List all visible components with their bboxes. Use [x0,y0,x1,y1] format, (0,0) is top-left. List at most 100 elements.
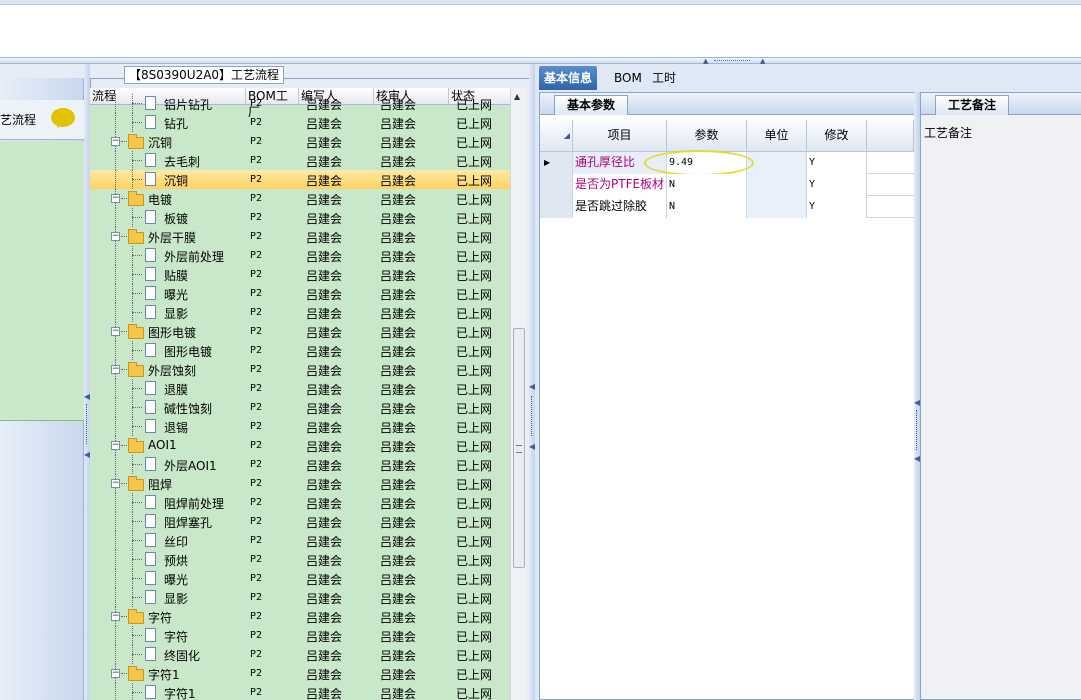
panel-tab-memo[interactable]: 工艺备注 [935,95,1010,115]
nav-item-process[interactable]: 艺流程 [0,100,84,140]
tree-row[interactable]: − 字符1 P2 吕建会 吕建会 已上网 [90,664,510,683]
folder-icon [128,438,144,453]
tree-connector [121,236,127,237]
tree-row[interactable]: 外层前处理 P2 吕建会 吕建会 已上网 [90,246,510,265]
tree-row[interactable]: 沉铜 P2 吕建会 吕建会 已上网 [90,170,510,189]
tree-row[interactable]: 碱性蚀刻 P2 吕建会 吕建会 已上网 [90,398,510,417]
tree-item-factory: P2 [250,611,263,622]
tree-item-reviewer: 吕建会 [380,611,417,625]
tree-row[interactable]: 预烘 P2 吕建会 吕建会 已上网 [90,550,510,569]
row-indicator[interactable]: ▶ [540,152,573,174]
tree-connector [115,417,116,436]
tree-row[interactable]: 外层AOI1 P2 吕建会 吕建会 已上网 [90,455,510,474]
tree-item-name: 贴膜 [164,269,189,283]
collapse-toggle-icon[interactable]: − [111,232,120,241]
tab-bom[interactable]: BOM [609,66,647,90]
tree-connector [121,673,127,674]
collapse-toggle-icon[interactable]: − [111,327,120,336]
tree-connector [115,113,116,132]
scroll-up-icon[interactable]: ▲ [514,92,520,101]
row-indicator[interactable] [540,174,573,196]
grid-cell-unit[interactable] [747,152,807,174]
tree-row[interactable]: − 外层干膜 P2 吕建会 吕建会 已上网 [90,227,510,246]
grid-row[interactable]: 是否为PTFE板材 N Y [540,174,914,196]
tab-basic-info[interactable]: 基本信息 [539,66,598,90]
tree-row[interactable]: 图形电镀 P2 吕建会 吕建会 已上网 [90,341,510,360]
tree-item-writer: 吕建会 [306,212,343,226]
tree-item-factory: P2 [250,478,263,489]
memo-panel-header: 工艺备注 [921,93,1081,115]
splitter-grip[interactable] [531,396,533,436]
tree-row[interactable]: 板镀 P2 吕建会 吕建会 已上网 [90,208,510,227]
grid-cell-unit[interactable] [747,196,807,218]
panel-tab-basic-params[interactable]: 基本参数 [554,95,629,115]
tree-row[interactable]: − 外层蚀刻 P2 吕建会 吕建会 已上网 [90,360,510,379]
grid-header-unit[interactable]: 单位 [747,120,807,152]
scrollbar-thumb[interactable] [513,328,525,568]
tree-item-writer: 吕建会 [306,478,343,492]
tree-row[interactable]: − AOI1 P2 吕建会 吕建会 已上网 [90,436,510,455]
tree-scrollbar[interactable]: ▲ [510,88,526,700]
collapse-toggle-icon[interactable]: − [111,669,120,678]
tree-row[interactable]: 显影 P2 吕建会 吕建会 已上网 [90,588,510,607]
grid-header-modify[interactable]: 修改 [807,120,867,152]
collapse-toggle-icon[interactable]: − [111,612,120,621]
row-indicator[interactable] [540,196,573,218]
tree-item-factory: P2 [250,497,263,508]
grid-header-filler [867,120,914,152]
tree-connector [115,550,116,569]
tree-row[interactable]: 字符1 P2 吕建会 吕建会 已上网 [90,683,510,700]
collapse-toggle-icon[interactable]: − [111,194,120,203]
tree-row[interactable]: − 电镀 P2 吕建会 吕建会 已上网 [90,189,510,208]
grid-cell-param[interactable]: N [667,196,747,218]
tree-row[interactable]: 丝印 P2 吕建会 吕建会 已上网 [90,531,510,550]
tree-row[interactable]: 贴膜 P2 吕建会 吕建会 已上网 [90,265,510,284]
grid-corner[interactable]: ◢ [540,120,573,152]
tree-row[interactable]: 退膜 P2 吕建会 吕建会 已上网 [90,379,510,398]
grid-cell-modify[interactable]: Y [807,152,867,174]
tree-connector [132,350,142,351]
collapse-toggle-icon[interactable]: − [111,365,120,374]
grid-cell-item[interactable]: 是否跳过除胶 [573,196,667,218]
tree-item-reviewer: 吕建会 [380,383,417,397]
tree-row[interactable]: 字符 P2 吕建会 吕建会 已上网 [90,626,510,645]
tree-row[interactable]: 终固化 P2 吕建会 吕建会 已上网 [90,645,510,664]
tree-row[interactable]: 阻焊塞孔 P2 吕建会 吕建会 已上网 [90,512,510,531]
tree-row[interactable]: 阻焊前处理 P2 吕建会 吕建会 已上网 [90,493,510,512]
tree-item-factory: P2 [250,668,263,679]
grid-header-item[interactable]: 项目 [573,120,667,152]
grid-row[interactable]: 是否跳过除胶 N Y [540,196,914,218]
tree-row[interactable]: − 图形电镀 P2 吕建会 吕建会 已上网 [90,322,510,341]
grid-cell-modify[interactable]: Y [807,196,867,218]
tree-item-writer: 吕建会 [306,649,343,663]
tab-work-hours[interactable]: 工时 [647,66,681,90]
tree-row[interactable]: − 阻焊 P2 吕建会 吕建会 已上网 [90,474,510,493]
horizontal-splitter[interactable]: ▲ ▲ [0,57,1081,65]
tree-row[interactable]: − 字符 P2 吕建会 吕建会 已上网 [90,607,510,626]
grid-cell-param[interactable]: N [667,174,747,196]
tree-row[interactable]: 铝片钻孔 P2 吕建会 吕建会 已上网 [90,94,510,113]
collapse-toggle-icon[interactable]: − [111,441,120,450]
tree-item-status: 已上网 [456,212,493,226]
grid-cell-modify[interactable]: Y [807,174,867,196]
process-tree[interactable]: 流程 BOM工厂 编写人 核审人 状态 铝片钻孔 P2 吕建会 吕建会 已上网 钻孔 P2 吕… [90,88,510,700]
tree-row[interactable]: 曝光 P2 吕建会 吕建会 已上网 [90,569,510,588]
splitter-grip[interactable] [714,60,750,62]
collapse-toggle-icon[interactable]: − [111,137,120,146]
tree-item-factory: P2 [250,288,263,299]
splitter-grip[interactable] [916,410,917,450]
collapse-toggle-icon[interactable]: − [111,479,120,488]
grid-row[interactable]: ▶ 通孔厚径比 9.49 Y [540,150,914,176]
grid-cell-unit[interactable] [747,174,807,196]
tree-row[interactable]: − 沉铜 P2 吕建会 吕建会 已上网 [90,132,510,151]
tree-connector [132,122,142,123]
tree-item-factory: P2 [250,307,263,318]
splitter-grip[interactable] [86,404,88,444]
grid-cell-item[interactable]: 是否为PTFE板材 [573,174,667,196]
tree-row[interactable]: 去毛刺 P2 吕建会 吕建会 已上网 [90,151,510,170]
tree-row[interactable]: 钻孔 P2 吕建会 吕建会 已上网 [90,113,510,132]
tree-row[interactable]: 显影 P2 吕建会 吕建会 已上网 [90,303,510,322]
tree-row[interactable]: 退锡 P2 吕建会 吕建会 已上网 [90,417,510,436]
tree-row[interactable]: 曝光 P2 吕建会 吕建会 已上网 [90,284,510,303]
grid-header-param[interactable]: 参数 [667,120,747,152]
